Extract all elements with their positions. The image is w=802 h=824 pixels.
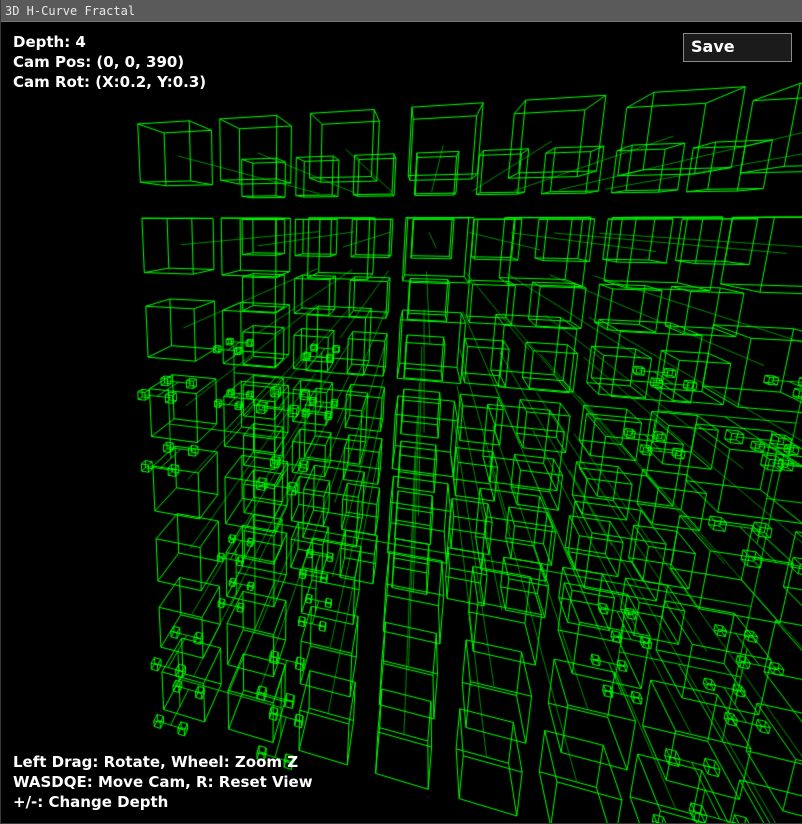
help-rotate-zoom: Left Drag: Rotate, Wheel: Zoom Z — [13, 753, 299, 771]
save-button[interactable]: Save — [683, 33, 792, 62]
depth-readout: Depth: 4 — [13, 33, 86, 51]
title-bar[interactable]: 3D H-Curve Fractal — [1, 0, 802, 22]
window-title: 3D H-Curve Fractal — [5, 4, 136, 18]
camera-position-readout: Cam Pos: (0, 0, 390) — [13, 53, 185, 71]
app-window: 3D H-Curve Fractal Depth: 4 Cam Pos: (0,… — [0, 0, 802, 824]
camera-rotation-readout: Cam Rot: (X:0.2, Y:0.3) — [13, 73, 207, 91]
fractal-canvas[interactable] — [2, 22, 802, 823]
help-move-reset: WASDQE: Move Cam, R: Reset View — [13, 773, 313, 791]
help-change-depth: +/-: Change Depth — [13, 793, 169, 811]
render-viewport[interactable]: Depth: 4 Cam Pos: (0, 0, 390) Cam Rot: (… — [2, 22, 802, 823]
